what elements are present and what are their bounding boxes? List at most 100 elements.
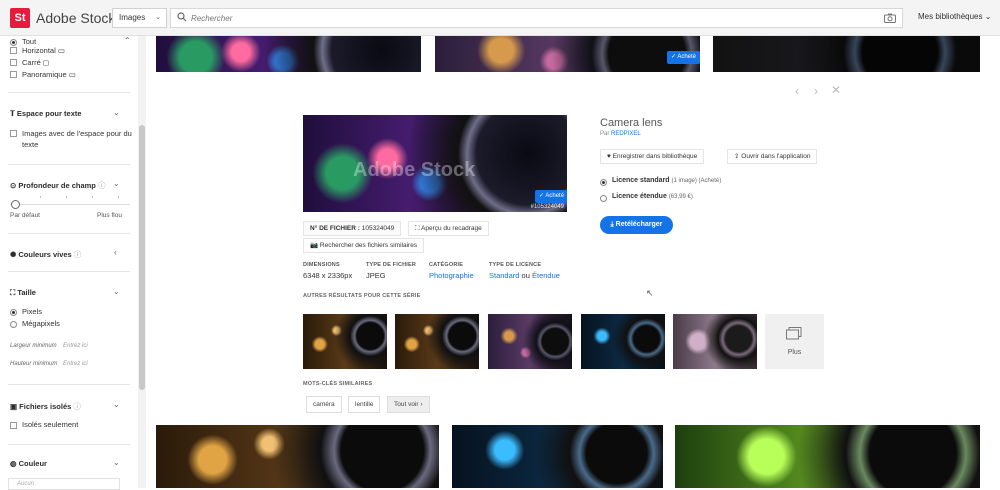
asset-type-value: Images <box>119 13 146 22</box>
asset-type-select[interactable]: Images ⌄ <box>112 8 167 28</box>
slider-tick <box>92 196 93 198</box>
min-width-label: Largeur minimum <box>10 343 57 349</box>
license-type-label: TYPE DE LICENCE <box>489 262 542 268</box>
divider <box>8 164 130 165</box>
extended-license-radio[interactable] <box>600 195 607 202</box>
category-link[interactable]: Photographie <box>429 271 474 280</box>
divider <box>8 92 130 93</box>
orientation-panoramic-checkbox[interactable] <box>10 71 17 78</box>
orientation-square-checkbox[interactable] <box>10 59 17 66</box>
size-megapixels-radio[interactable] <box>10 321 17 328</box>
open-in-app-button[interactable]: ⇪ Ouvrir dans l'application <box>727 149 818 164</box>
result-image[interactable] <box>675 425 980 488</box>
standard-license-link[interactable]: Standard <box>489 271 519 280</box>
isolated-only-checkbox[interactable] <box>10 422 17 429</box>
size-header[interactable]: ⛶ Taille <box>10 288 36 298</box>
result-image[interactable] <box>713 36 980 72</box>
previous-arrow-icon[interactable]: ‹ <box>795 84 799 98</box>
search-input[interactable] <box>191 10 871 26</box>
color-field[interactable]: Aucun <box>8 478 120 490</box>
copy-space-header[interactable]: 𝐓 Espace pour texte <box>10 109 82 119</box>
crop-preview-button[interactable]: ⛶ Aperçu du recadrage <box>408 221 489 236</box>
keyword-tag[interactable]: caméra <box>306 396 342 413</box>
copy-space-label: Images avec de l'espace pour du texte <box>22 129 132 149</box>
chevron-up-icon[interactable]: ⌃ <box>124 36 131 45</box>
color-field-placeholder: Aucun <box>17 481 35 487</box>
visual-search-camera-icon[interactable] <box>884 13 896 23</box>
keywords-section-title: MOTS-CLÉS SIMILAIRES <box>303 381 373 387</box>
copy-space-checkbox[interactable] <box>10 130 17 137</box>
see-all-keywords-button[interactable]: Tout voir › <box>387 396 430 413</box>
adobe-stock-logo[interactable]: St <box>10 8 30 28</box>
chevron-down-icon[interactable]: ⌄ <box>113 400 120 409</box>
sidebar-scrollbar-thumb[interactable] <box>139 125 145 390</box>
depth-slider-track[interactable] <box>15 204 130 205</box>
close-icon[interactable]: ✕ <box>831 83 841 97</box>
orientation-all-radio[interactable] <box>10 39 17 46</box>
size-pixels-label: Pixels <box>22 307 43 316</box>
divider <box>8 384 130 385</box>
depth-of-field-header[interactable]: ⊙ Profondeur de champ ⓘ <box>10 180 105 191</box>
dimensions-label: DIMENSIONS <box>303 262 340 268</box>
series-thumbnail[interactable] <box>673 314 757 369</box>
depth-min-label: Par défaut <box>10 212 40 219</box>
color-header[interactable]: ◍ Couleur <box>10 459 47 468</box>
min-height-input[interactable]: Entrez ici <box>63 361 88 367</box>
more-series-button[interactable]: Plus <box>765 314 824 369</box>
find-similar-button[interactable]: 📷 Rechercher des fichiers similaires <box>303 238 425 253</box>
image-title: Camera lens <box>600 117 663 129</box>
divider <box>8 233 130 234</box>
purchased-badge: ✓ Acheté <box>535 190 567 203</box>
orientation-horizontal-checkbox[interactable] <box>10 47 17 54</box>
keyword-tag[interactable]: lentille <box>348 396 381 413</box>
divider <box>8 271 130 272</box>
file-number-label: N° DE FICHIER : <box>310 225 360 232</box>
result-image[interactable] <box>156 36 421 72</box>
purchased-badge: ✓ Acheté <box>666 51 700 64</box>
category-label: CATÉGORIE <box>429 262 464 268</box>
min-width-input[interactable]: Entrez ici <box>63 343 88 349</box>
series-thumbnail[interactable] <box>303 314 387 369</box>
mouse-cursor-icon: ↖ <box>646 288 654 298</box>
file-type-label: TYPE DE FICHIER <box>366 262 417 268</box>
heart-icon: ♥ <box>607 153 611 160</box>
isolated-only-label: Isolés seulement <box>22 420 79 429</box>
dimensions-value: 6348 x 2336px <box>303 271 353 280</box>
chevron-left-icon[interactable]: ‹ <box>114 248 117 257</box>
depth-max-label: Plus flou <box>97 212 122 219</box>
stack-icon <box>786 327 802 340</box>
series-thumbnail[interactable] <box>395 314 479 369</box>
isolated-files-header[interactable]: ▣ Fichiers isolés ⓘ <box>10 401 81 412</box>
series-thumbnail[interactable] <box>488 314 572 369</box>
chevron-down-icon[interactable]: ⌄ <box>113 179 120 188</box>
redownload-button[interactable]: ⤓ Retélécharger <box>600 216 673 234</box>
preview-image[interactable]: Adobe Stock ✓ Acheté #105324049 <box>303 115 567 212</box>
orientation-panoramic-label: Panoramique ▭ <box>22 70 76 79</box>
my-libraries-menu[interactable]: Mes bibliothèques ⌄ <box>918 12 991 21</box>
extended-license-label: Licence étendue (63,99 €) <box>612 193 693 200</box>
extended-license-link[interactable]: Étendue <box>532 271 560 280</box>
brand-name[interactable]: Adobe Stock <box>36 10 115 26</box>
author-link[interactable]: REDPIXEL <box>611 131 641 137</box>
result-image[interactable]: ✓ Acheté <box>435 36 700 72</box>
chevron-down-icon[interactable]: ⌄ <box>113 287 120 296</box>
save-to-library-button[interactable]: ♥ Enregistrer dans bibliothèque <box>600 149 705 164</box>
orientation-square-label: Carré ◻ <box>22 58 50 67</box>
chevron-down-icon[interactable]: ⌄ <box>113 108 120 117</box>
vivid-colors-header[interactable]: ✺ Couleurs vives ⓘ <box>10 249 81 260</box>
download-icon: ⤓ <box>610 221 614 228</box>
size-pixels-radio[interactable] <box>10 309 17 316</box>
chevron-down-icon: ⌄ <box>155 14 161 21</box>
standard-license-label: Licence standard (1 image) (Acheté) <box>612 177 722 184</box>
result-image[interactable] <box>156 425 439 488</box>
find-similar-label: Rechercher des fichiers similaires <box>319 242 418 249</box>
depth-slider-knob[interactable] <box>11 200 20 209</box>
license-type-value: Standard ou Étendue <box>489 271 560 280</box>
crop-preview-label: Aperçu du recadrage <box>421 225 482 232</box>
series-thumbnail[interactable] <box>581 314 665 369</box>
chevron-down-icon[interactable]: ⌄ <box>113 458 120 467</box>
image-id: #105324049 <box>530 204 564 210</box>
next-arrow-icon[interactable]: › <box>814 84 818 98</box>
result-image[interactable] <box>452 425 663 488</box>
standard-license-radio[interactable] <box>600 179 607 186</box>
